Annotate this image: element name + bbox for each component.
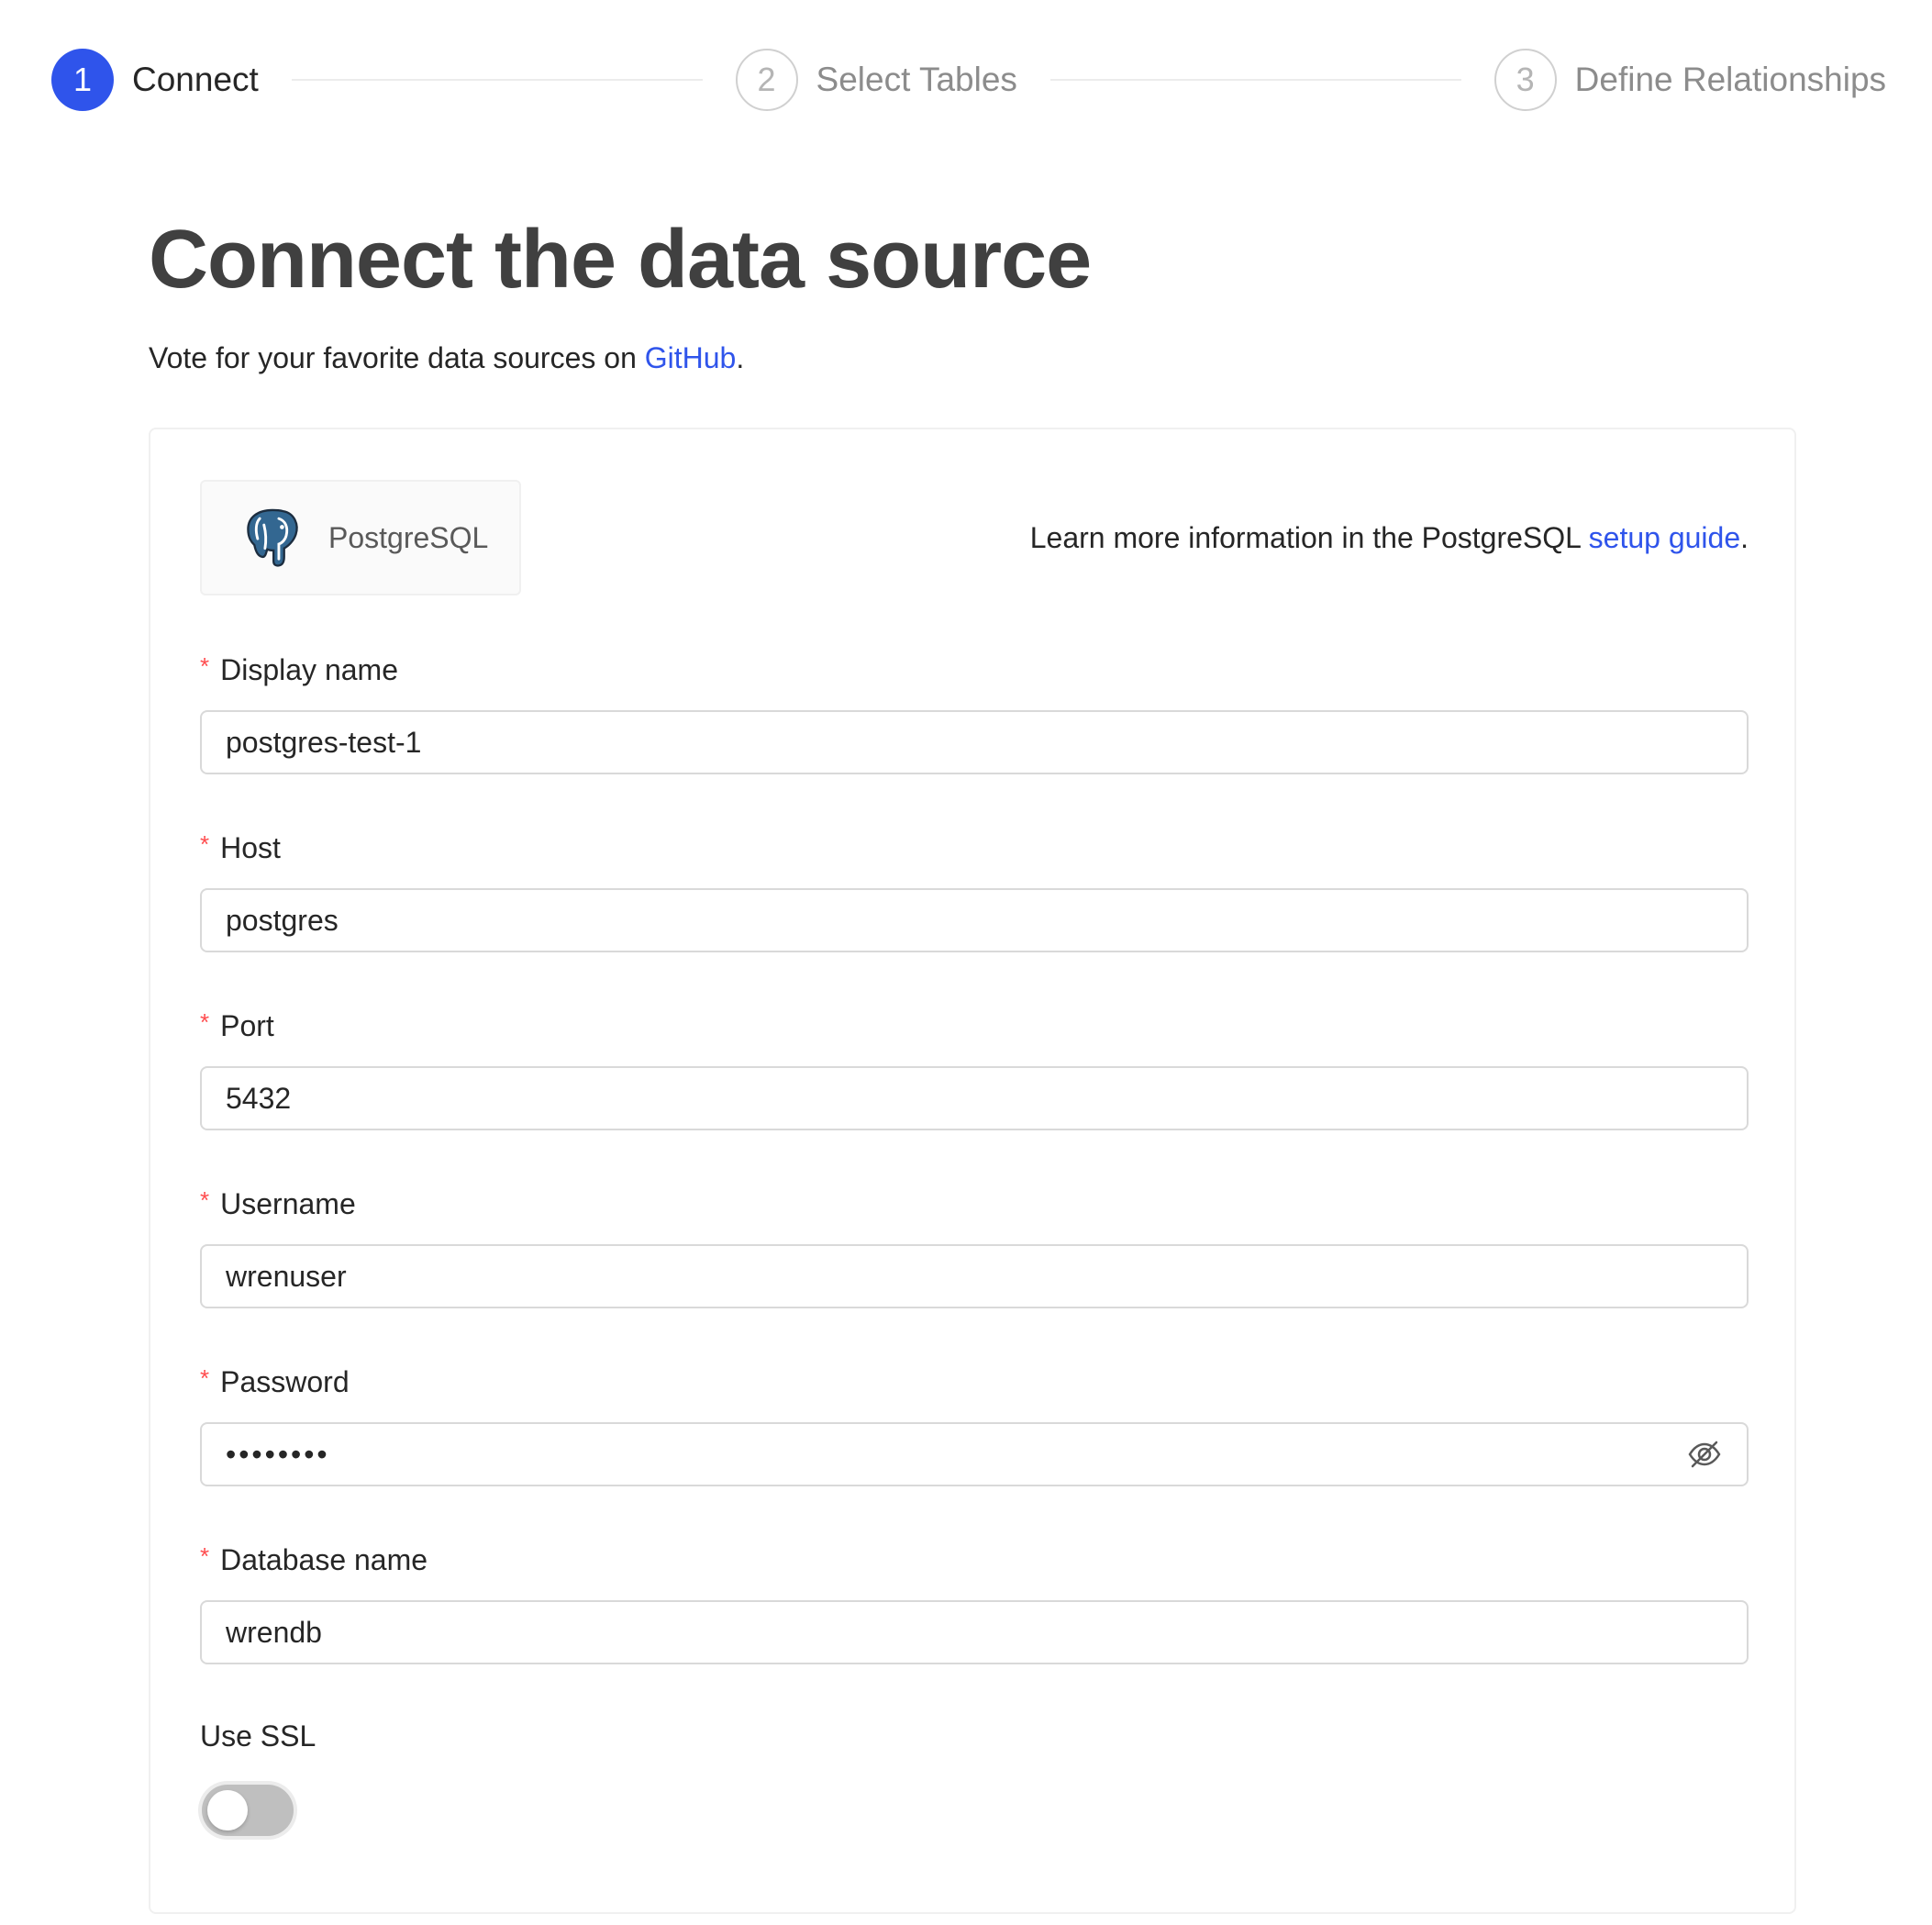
host-label-text: Host [220,831,281,864]
connect-page: 1 Connect 2 Select Tables 3 Define Relat… [0,0,1932,1925]
password-label-text: Password [220,1365,350,1398]
username-label-text: Username [220,1187,356,1220]
username-field: * Username wrenuser [200,1185,1749,1308]
database-name-label: * Database name [200,1541,1749,1578]
password-label: * Password [200,1363,1749,1400]
page-title: Connect the data source [149,214,1092,306]
username-value: wrenuser [226,1259,347,1293]
toggle-knob [207,1790,248,1830]
subtitle-suffix: . [736,341,745,374]
step-select-tables: 2 Select Tables [735,49,1017,111]
password-value: •••••••• [226,1437,330,1471]
page-subtitle: Vote for your favorite data sources on G… [149,341,1800,375]
display-name-label: * Display name [200,651,1749,688]
required-mark: * [200,652,210,680]
required-mark: * [200,1186,210,1214]
step-number: 3 [1493,49,1557,111]
required-mark: * [200,1542,210,1570]
setup-guide-prefix: Learn more information in the PostgreSQL [1029,520,1589,554]
data-source-name: PostgreSQL [328,520,489,554]
database-name-value: wrendb [226,1615,322,1649]
use-ssl-label: Use SSL [200,1719,316,1753]
display-name-label-text: Display name [220,653,398,686]
connection-form-card: PostgreSQL Learn more information in the… [149,428,1796,1914]
setup-guide-suffix: . [1740,520,1749,554]
display-name-input[interactable]: postgres-test-1 [200,710,1749,774]
step-title: Define Relationships [1574,61,1887,98]
password-field: * Password •••••••• [200,1363,1749,1486]
page-header: Connect the data source Vote for your fa… [149,209,1800,375]
postgresql-elephant-icon [247,508,298,567]
port-field: * Port 5432 [200,1007,1749,1130]
setup-guide-link[interactable]: setup guide [1589,521,1740,554]
required-mark: * [200,830,210,858]
github-link[interactable]: GitHub [645,341,737,374]
step-define-relationships: 3 Define Relationships [1493,49,1887,111]
connection-form: PostgreSQL Learn more information in the… [200,479,1749,1836]
step-connector [291,79,703,81]
host-input[interactable]: postgres [200,888,1749,952]
database-name-field: * Database name wrendb [200,1541,1749,1664]
data-source-badge: PostgreSQL [200,480,521,595]
host-field: * Host postgres [200,829,1749,952]
use-ssl-toggle[interactable] [202,1785,294,1836]
port-label-text: Port [220,1009,274,1042]
password-input[interactable]: •••••••• [200,1422,1749,1486]
required-mark: * [200,1364,210,1392]
port-value: 5432 [226,1081,292,1115]
setup-guide-text: Learn more information in the PostgreSQL… [1030,521,1749,555]
port-input[interactable]: 5432 [200,1066,1749,1130]
host-value: postgres [226,903,339,937]
username-label: * Username [200,1185,1749,1222]
subtitle-text: Vote for your favorite data sources on [149,341,645,374]
display-name-value: postgres-test-1 [226,725,422,759]
step-connector [1049,79,1461,81]
port-label: * Port [200,1007,1749,1044]
display-name-field: * Display name postgres-test-1 [200,651,1749,774]
step-connect: 1 Connect [51,49,259,111]
steps-progress: 1 Connect 2 Select Tables 3 Define Relat… [51,48,1886,112]
host-label: * Host [200,829,1749,866]
required-mark: * [200,1008,210,1036]
database-name-input[interactable]: wrendb [200,1600,1749,1664]
step-number: 1 [51,49,114,111]
data-source-row: PostgreSQL Learn more information in the… [200,479,1749,596]
step-title: Select Tables [816,61,1017,98]
database-name-label-text: Database name [220,1543,428,1576]
step-number: 2 [735,49,798,111]
eye-invisible-icon[interactable] [1686,1436,1723,1473]
step-title: Connect [132,61,259,98]
username-input[interactable]: wrenuser [200,1244,1749,1308]
